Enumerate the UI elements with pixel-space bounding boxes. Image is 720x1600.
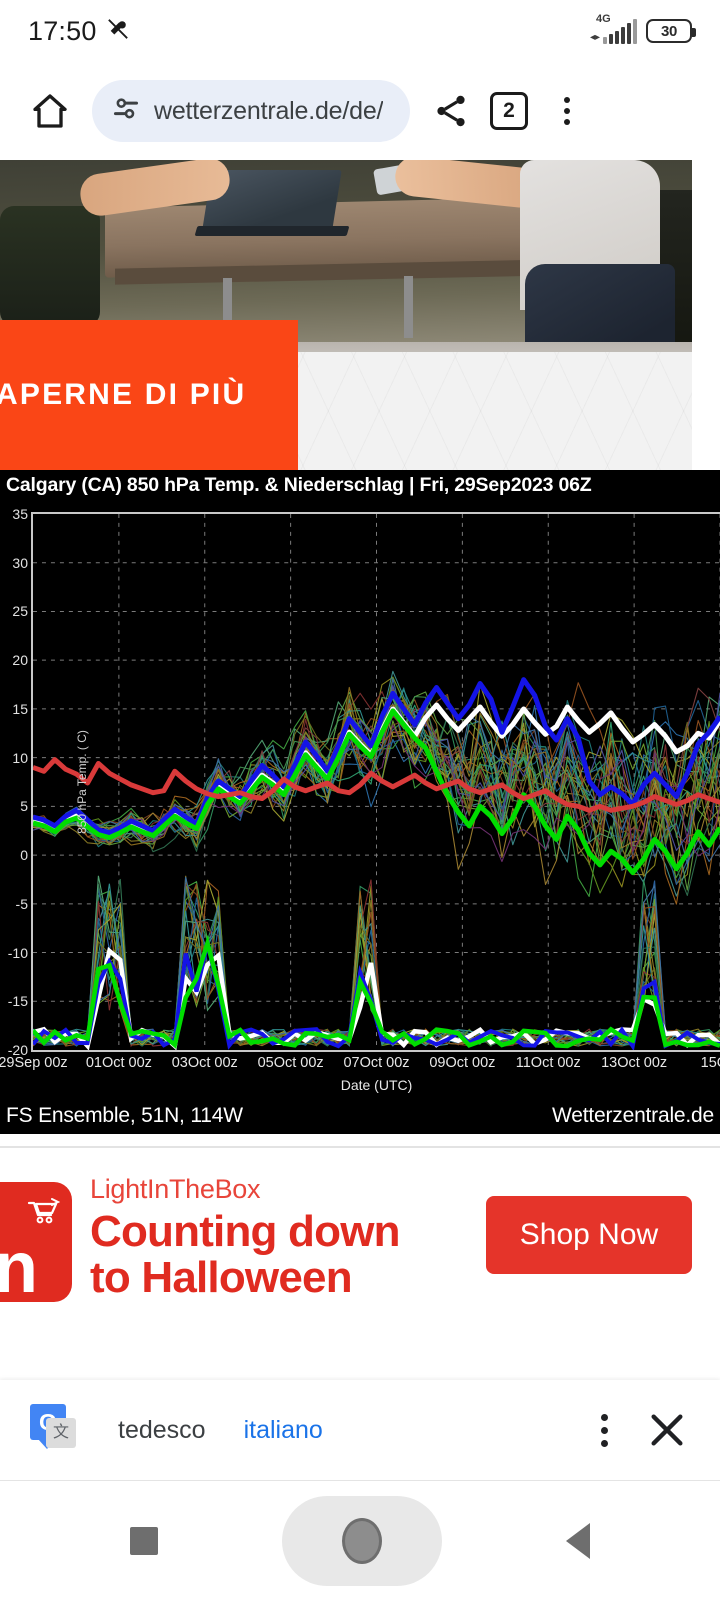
- signal-bars-icon: 4G ◂▸: [589, 13, 637, 44]
- kebab-menu-icon[interactable]: [564, 97, 570, 125]
- chart-footer-right: Wetterzentrale.de: [552, 1104, 714, 1127]
- chart-y-tick: -10: [7, 944, 28, 961]
- ad-cta-button[interactable]: APERNE DI PIÙ: [0, 320, 298, 470]
- bottom-advertisement[interactable]: n LightInTheBox Counting down to Hallowe…: [0, 1148, 720, 1323]
- share-button[interactable]: [422, 82, 480, 140]
- ad-cta-label: APERNE DI PIÙ: [0, 378, 247, 411]
- google-translate-bar: G 文 tedesco italiano: [0, 1380, 720, 1492]
- chart-x-tick: 11Oct 00z: [515, 1055, 581, 1071]
- close-icon: [651, 1414, 683, 1446]
- logo-letter: n: [0, 1228, 38, 1308]
- square-recents-icon[interactable]: [130, 1526, 158, 1555]
- chart-y-tick: 15: [12, 700, 28, 717]
- chart-x-tick: 01Oct 00z: [85, 1055, 152, 1071]
- ad-headline-line-1: Counting down: [90, 1207, 401, 1256]
- chart-x-tick: 13Oct 00z: [601, 1055, 668, 1071]
- tab-switcher-button[interactable]: 2: [480, 82, 538, 140]
- target-language-tab[interactable]: italiano: [244, 1416, 323, 1445]
- chart-x-tick: 15Oct: [700, 1055, 720, 1071]
- chart-x-tick: 03Oct 00z: [171, 1055, 238, 1071]
- chart-y-axis-label: 850 hPa Temp. ( C): [74, 730, 89, 834]
- status-bar-right: 4G ◂▸ 30: [589, 13, 696, 44]
- chart-y-tick: 20: [12, 652, 28, 669]
- advertiser-name: LightInTheBox: [90, 1174, 261, 1204]
- url-text[interactable]: wetterzentrale.de/de/: [154, 97, 383, 126]
- chart-title: Calgary (CA) 850 hPa Temp. & Niederschla…: [6, 473, 592, 496]
- chart-plot-area: 850 hPa Temp. ( C) 35 30 25 20 15 10 5 0 -5 -10 -1…: [0, 506, 720, 1093]
- browser-menu-button[interactable]: [538, 82, 596, 140]
- advertiser-logo: n: [0, 1182, 72, 1308]
- shop-now-button[interactable]: Shop Now: [486, 1196, 692, 1274]
- tab-count-badge[interactable]: 2: [490, 92, 528, 130]
- battery-level: 30: [660, 22, 678, 40]
- shopping-cart-icon: [26, 1196, 61, 1231]
- chart-x-tick: 29Sep 00z: [0, 1055, 68, 1071]
- chart-y-tick: 25: [12, 603, 28, 620]
- translate-menu-button[interactable]: [583, 1413, 626, 1447]
- chart-footer-left: FS Ensemble, 51N, 114W: [6, 1104, 243, 1127]
- browser-toolbar: wetterzentrale.de/de/ 2: [0, 62, 720, 160]
- url-bar[interactable]: wetterzentrale.de/de/: [92, 80, 410, 142]
- chart-footer: FS Ensemble, 51N, 114W Wetterzentrale.de: [0, 1098, 720, 1134]
- chart-x-axis-label: Date (UTC): [340, 1077, 413, 1093]
- ad-copy: LightInTheBox Counting down to Halloween: [90, 1174, 470, 1301]
- tune-icon[interactable]: [112, 95, 140, 128]
- chart-plot-box: 850 hPa Temp. ( C) 35 30 25 20 15 10 5 0 -5 -10 -1…: [0, 500, 720, 1098]
- data-arrows-icon: ◂▸: [589, 32, 600, 43]
- network-type-label: 4G: [595, 13, 611, 25]
- mute-icon: [107, 18, 129, 45]
- status-bar-left: 17:50: [28, 16, 129, 47]
- circle-home-icon[interactable]: [282, 1495, 442, 1586]
- chart-y-tick: 0: [20, 847, 28, 864]
- android-navigation-bar: [0, 1480, 720, 1600]
- home-icon: [33, 94, 67, 128]
- chart-y-tick: -15: [7, 993, 28, 1010]
- ad-headline-line-2: to Halloween: [90, 1252, 353, 1302]
- home-button[interactable]: [22, 83, 78, 139]
- google-translate-icon: G 文: [26, 1402, 82, 1458]
- chart-y-tick: 35: [12, 506, 28, 522]
- ad-headline: Counting down to Halloween: [90, 1209, 470, 1301]
- chart-y-tick: 5: [20, 798, 28, 815]
- status-time: 17:50: [28, 15, 97, 46]
- chart-x-tick: 05Oct 00z: [257, 1055, 324, 1071]
- chart-y-tick: -5: [15, 895, 28, 912]
- battery-icon: 30: [646, 19, 696, 43]
- source-language-tab[interactable]: tedesco: [118, 1416, 206, 1445]
- chart-x-tick: 07Oct 00z: [343, 1055, 410, 1071]
- chart-x-tick: 09Oct 00z: [429, 1055, 496, 1071]
- top-advertisement[interactable]: e APERNE DI PIÙ: [0, 160, 692, 470]
- status-bar: 17:50 4G ◂▸ 30: [0, 0, 720, 62]
- chart-y-tick: 10: [12, 749, 28, 766]
- page-gap: [0, 1134, 720, 1146]
- weather-chart: Calgary (CA) 850 hPa Temp. & Niederschla…: [0, 470, 720, 1134]
- translate-close-button[interactable]: [640, 1403, 694, 1457]
- triangle-back-icon[interactable]: [566, 1522, 590, 1559]
- share-icon: [437, 95, 465, 127]
- chart-canvas: [33, 514, 720, 1050]
- chart-y-tick: 30: [12, 554, 28, 571]
